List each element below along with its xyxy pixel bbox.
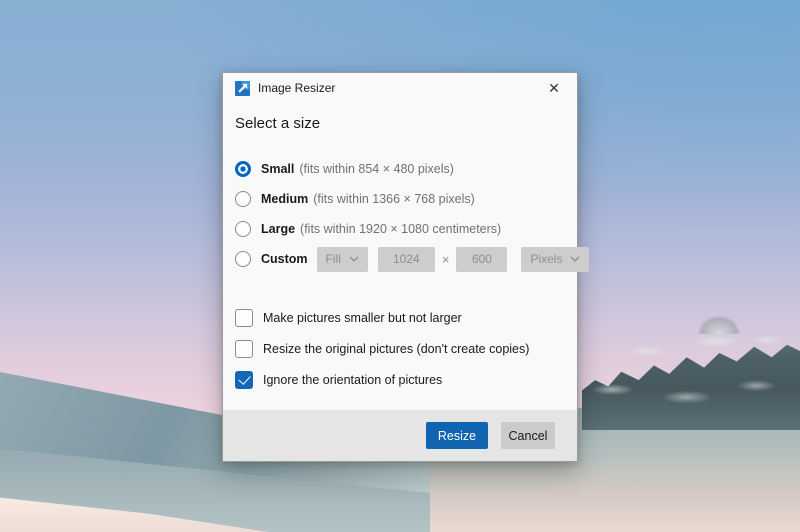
multiply-symbol: × [442,252,450,267]
custom-width-input: 1024 [378,247,435,272]
fit-dropdown-value: Fill [326,252,341,266]
option-desc: (fits within 1920 × 1080 centimeters) [300,222,501,236]
fit-dropdown: Fill [317,247,368,272]
cancel-button[interactable]: Cancel [501,422,555,449]
checkbox-label: Ignore the orientation of pictures [263,373,442,387]
dialog-footer: Resize Cancel [223,410,577,461]
setting-ignore-orientation[interactable]: Ignore the orientation of pictures [235,364,565,395]
resize-settings: Make pictures smaller but not larger Res… [235,302,565,395]
option-desc: (fits within 1366 × 768 pixels) [313,192,475,206]
size-option-small[interactable]: Small (fits within 854 × 480 pixels) [235,154,565,184]
checkbox-label: Make pictures smaller but not larger [263,311,462,325]
chevron-down-icon [570,256,580,262]
chevron-down-icon [349,256,359,262]
setting-resize-originals[interactable]: Resize the original pictures (don't crea… [235,333,565,364]
radio-medium[interactable] [235,191,251,207]
option-label: Custom [261,252,308,266]
dialog-heading: Select a size [235,115,565,132]
size-option-custom[interactable]: Custom Fill 1024 × 600 Pixels [235,244,565,274]
size-option-large[interactable]: Large (fits within 1920 × 1080 centimete… [235,214,565,244]
image-resizer-dialog: Image Resizer ✕ Select a size Small (fit… [222,72,578,462]
option-label: Large [261,222,295,236]
close-icon: ✕ [548,80,560,96]
option-label: Medium [261,192,308,206]
app-icon [235,81,250,96]
dialog-titlebar[interactable]: Image Resizer ✕ [223,73,577,103]
option-label: Small [261,162,294,176]
checkbox-resize-originals[interactable] [235,340,253,358]
radio-small[interactable] [235,161,251,177]
option-desc: (fits within 854 × 480 pixels) [299,162,454,176]
checkbox-label: Resize the original pictures (don't crea… [263,342,529,356]
size-option-medium[interactable]: Medium (fits within 1366 × 768 pixels) [235,184,565,214]
setting-smaller-only[interactable]: Make pictures smaller but not larger [235,302,565,333]
dialog-title: Image Resizer [258,81,335,95]
dialog-body: Select a size Small (fits within 854 × 4… [223,103,577,410]
checkbox-smaller-only[interactable] [235,309,253,327]
close-button[interactable]: ✕ [539,76,569,100]
wallpaper-ridge-frost [582,330,800,426]
radio-large[interactable] [235,221,251,237]
checkbox-ignore-orientation[interactable] [235,371,253,389]
resize-button[interactable]: Resize [426,422,488,449]
size-options: Small (fits within 854 × 480 pixels) Med… [235,154,565,274]
unit-dropdown: Pixels [521,247,589,272]
unit-dropdown-value: Pixels [530,252,562,266]
custom-height-input: 600 [456,247,507,272]
custom-size-controls: Fill 1024 × 600 Pixels [317,247,590,272]
radio-custom[interactable] [235,251,251,267]
